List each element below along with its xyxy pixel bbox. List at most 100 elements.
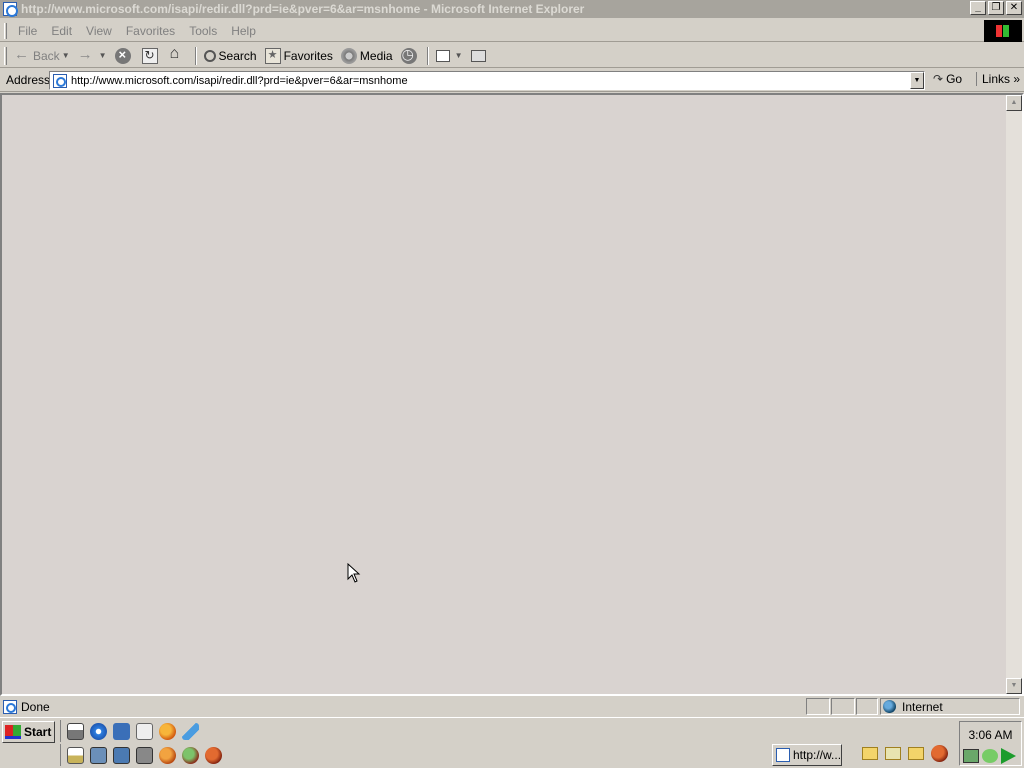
menu-bar: File Edit View Favorites Tools Help [0,20,1024,42]
app-red-icon[interactable] [205,746,222,764]
refresh-button[interactable] [138,46,165,66]
outlook-express-icon[interactable] [113,722,130,740]
address-input[interactable]: http://www.microsoft.com/isapi/redir.dll… [49,71,925,90]
favorites-icon [264,47,281,64]
window-controls: _ ❐ ✕ [970,1,1022,15]
mouse-cursor-icon [347,563,361,583]
security-zone[interactable]: Internet [880,698,1020,715]
thunderbird-icon[interactable] [182,722,199,740]
system-tray: 3:06 AM [959,721,1022,766]
toolbar-separator [194,46,197,65]
go-button[interactable]: ↷ Go [933,72,962,86]
home-icon [169,45,185,64]
status-bar: Done Internet [0,697,1024,716]
search-button[interactable]: Search [200,46,261,66]
shortcut-icon[interactable] [136,746,153,764]
menu-file[interactable]: File [11,24,44,38]
favorites-label: Favorites [283,48,333,63]
firefox-icon[interactable] [159,722,176,740]
favorites-button[interactable]: Favorites [261,46,337,66]
firefox-alt-icon[interactable] [159,746,176,764]
tray-icons [963,748,1016,764]
links-chevron-icon[interactable]: » [1013,72,1020,86]
ie-task-icon [776,748,790,762]
forward-arrow-icon [78,46,94,64]
standard-toolbar: Back ▼ ▼ Search Favorites Media ▼ [0,44,1024,68]
quick-launch-row-2 [60,744,228,766]
restore-button[interactable]: ❐ [988,1,1004,15]
ie-icon[interactable] [3,2,18,17]
links-button[interactable]: Links » [976,72,1020,86]
internet-explorer-icon[interactable] [90,722,107,740]
quick-launch [60,720,205,742]
volume-tray-icon[interactable] [982,749,998,763]
title-bar[interactable]: http://www.microsoft.com/isapi/redir.dll… [0,0,1024,18]
search-icon [203,49,216,62]
close-button[interactable]: ✕ [1006,1,1022,15]
stop-icon [114,47,131,64]
mail-button[interactable]: ▼ [432,46,467,66]
address-label: Address [6,73,51,87]
status-text: Done [21,699,50,714]
address-dropdown-icon[interactable]: ▼ [910,72,924,89]
menu-grip[interactable] [4,22,7,39]
window-title: http://www.microsoft.com/isapi/redir.dll… [21,2,585,16]
app-red-icon[interactable] [931,745,948,762]
taskbar-ie-window[interactable]: http://w... [772,744,842,766]
go-arrow-icon: ↷ [933,72,944,86]
back-label: Back [33,48,60,63]
mail-folder-icon[interactable] [885,747,901,760]
menu-view[interactable]: View [79,24,119,38]
menu-favorites[interactable]: Favorites [119,24,182,38]
play-tray-icon[interactable] [1001,748,1016,764]
menu-edit[interactable]: Edit [44,24,79,38]
address-url[interactable]: http://www.microsoft.com/isapi/redir.dll… [71,75,408,87]
status-pane [831,698,855,715]
back-arrow-icon [14,46,30,64]
show-desktop-icon[interactable] [67,722,84,740]
menu-help[interactable]: Help [224,24,263,38]
mail-icon [435,49,450,62]
clock[interactable]: 3:06 AM [960,728,1021,742]
folder-icon[interactable] [862,747,878,760]
home-folder-icon[interactable] [67,746,84,764]
app-circle-icon[interactable] [182,746,199,764]
zone-label: Internet [902,699,943,714]
search-label: Search [218,48,257,63]
windows-logo-icon [984,20,1022,42]
refresh-icon [141,47,158,64]
start-button[interactable]: Start [2,721,55,743]
status-pane [806,698,830,715]
toolbar-grip[interactable] [4,46,7,65]
scroll-down-button[interactable]: ▼ [1006,678,1022,694]
forward-dropdown-icon[interactable]: ▼ [99,51,107,60]
media-button[interactable]: Media [337,46,397,66]
forward-button[interactable]: ▼ [74,46,111,66]
back-button[interactable]: Back ▼ [10,46,74,66]
scroll-up-button[interactable]: ▲ [1006,95,1022,111]
links-label: Links [982,72,1011,86]
my-computer-icon[interactable] [90,746,107,764]
print-button[interactable] [467,46,493,66]
network-tray-icon[interactable] [963,749,979,763]
status-pane [856,698,878,715]
vertical-scrollbar[interactable]: ▲ ▼ [1006,95,1022,694]
page-content[interactable]: ▲ ▼ [0,93,1024,696]
stop-button[interactable] [111,46,138,66]
history-button[interactable] [397,46,424,66]
media-label: Media [359,48,393,63]
history-icon [400,46,417,64]
search-computer-icon[interactable] [136,722,153,740]
home-button[interactable] [165,45,192,66]
back-dropdown-icon[interactable]: ▼ [62,51,70,60]
network-icon[interactable] [113,746,130,764]
mail-dropdown-icon[interactable]: ▼ [455,51,463,60]
globe-icon [883,700,896,713]
page-viewport[interactable] [2,95,1006,694]
go-label: Go [946,72,963,86]
folder-icon[interactable] [908,747,924,760]
menu-tools[interactable]: Tools [182,24,224,38]
page-icon [53,73,67,88]
minimize-button[interactable]: _ [970,1,986,15]
taskbar: Start http://w... 3:06 AM [0,717,1024,768]
